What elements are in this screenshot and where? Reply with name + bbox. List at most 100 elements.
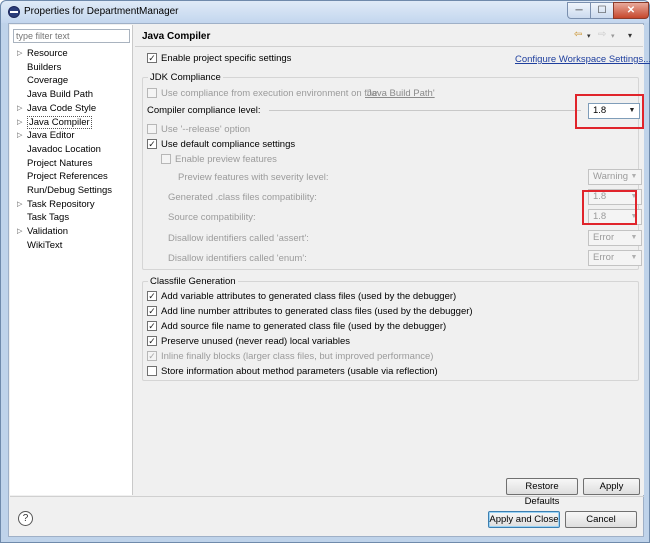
jdk-compliance-title: JDK Compliance [148, 72, 223, 83]
sidebar-item-label: Task Repository [27, 198, 95, 210]
sidebar-item-label: Project References [27, 171, 108, 183]
use-compliance-ee-checkbox[interactable] [147, 88, 157, 98]
forward-arrow-icon[interactable]: ⇨ [598, 29, 606, 40]
sidebar-item[interactable]: WikiText [16, 239, 131, 252]
expand-arrow-icon[interactable]: ▷ [17, 225, 22, 238]
classfile-option-checkbox[interactable]: ✓ [147, 321, 157, 331]
sidebar-item[interactable]: Task Tags [16, 211, 131, 224]
sidebar-item-label: Java Compiler [27, 115, 92, 129]
sidebar-item[interactable]: Coverage [16, 74, 131, 87]
disallow-assert-select[interactable]: Error ▼ [588, 230, 642, 246]
forward-dropdown-icon[interactable]: ▾ [611, 32, 615, 40]
sidebar-item[interactable]: ▷ Java Code Style [16, 102, 131, 115]
sidebar-item[interactable]: ▷ Java Editor [16, 129, 131, 142]
minimize-button[interactable]: ─ [567, 2, 591, 19]
title-separator [135, 46, 643, 47]
disallow-enum-value: Error [593, 252, 615, 263]
help-icon[interactable]: ? [18, 511, 33, 526]
expand-arrow-icon[interactable]: ▷ [17, 198, 22, 211]
sidebar-item-label: Validation [27, 226, 69, 238]
configure-workspace-link[interactable]: Configure Workspace Settings... [515, 54, 650, 65]
sidebar-item-label: Java Editor [27, 130, 75, 142]
use-release-checkbox[interactable] [147, 124, 157, 134]
sidebar-item[interactable]: Builders [16, 61, 131, 74]
expand-arrow-icon[interactable]: ▷ [17, 129, 22, 142]
expand-arrow-icon[interactable]: ▷ [17, 47, 22, 60]
preview-severity-value: Warning [593, 171, 629, 182]
classfile-generation-title: Classfile Generation [148, 276, 238, 287]
generated-class-compat-label: Generated .class files compatibility: [168, 192, 317, 203]
dialog-client-area: ▷ Resource Builders Coverage Java Build Path… [8, 23, 650, 537]
apply-and-close-button[interactable]: Apply and Close [488, 511, 560, 528]
back-dropdown-icon[interactable]: ▾ [587, 32, 591, 40]
sidebar-item-label: Java Build Path [27, 89, 94, 101]
classfile-option-label: Store information about method parameter… [161, 366, 438, 377]
enable-preview-label: Enable preview features [175, 154, 277, 165]
maximize-button[interactable]: ☐ [590, 2, 614, 19]
classfile-option-label: Add line number attributes to generated … [161, 306, 473, 317]
use-default-compliance-checkbox[interactable]: ✓ [147, 139, 157, 149]
enable-project-specific-label: Enable project specific settings [161, 53, 292, 64]
sidebar-item[interactable]: Project Natures [16, 157, 131, 170]
classfile-option-label: Add source file name to generated class … [161, 321, 447, 332]
sidebar-item-label: Javadoc Location [27, 143, 101, 155]
disallow-enum-select[interactable]: Error ▼ [588, 250, 642, 266]
filter-input[interactable] [13, 29, 130, 43]
use-default-compliance-label: Use default compliance settings [161, 139, 296, 150]
sidebar-item-label: Builders [27, 61, 62, 73]
preview-severity-label: Preview features with severity level: [178, 172, 329, 183]
sidebar-item[interactable]: ▷ Task Repository [16, 198, 131, 211]
chevron-down-icon: ▼ [630, 234, 638, 241]
expand-arrow-icon[interactable]: ▷ [17, 102, 22, 115]
sidebar-item[interactable]: Run/Debug Settings [16, 184, 131, 197]
compliance-level-label: Compiler compliance level: [147, 105, 261, 116]
classfile-option-label: Inline finally blocks (larger class file… [161, 351, 434, 362]
restore-defaults-button[interactable]: Restore Defaults [506, 478, 578, 507]
classfile-option-checkbox[interactable] [147, 366, 157, 376]
eclipse-app-icon [8, 6, 20, 18]
classfile-option-checkbox[interactable]: ✓ [147, 336, 157, 346]
close-window-button[interactable]: ✕ [613, 2, 649, 19]
highlight-box-compat [582, 190, 637, 225]
view-menu-icon[interactable]: ▾ [628, 31, 632, 40]
apply-button[interactable]: Apply [583, 478, 640, 495]
classfile-option-label: Add variable attributes to generated cla… [161, 291, 457, 302]
window-title: Properties for DepartmentManager [24, 6, 179, 17]
compliance-level-leader [269, 110, 581, 111]
disallow-assert-label: Disallow identifiers called 'assert': [168, 233, 309, 244]
chevron-down-icon: ▼ [630, 173, 638, 180]
java-build-path-link[interactable]: 'Java Build Path' [365, 88, 435, 99]
sidebar-item-label: Coverage [27, 75, 69, 87]
sidebar-item-label: Resource [27, 48, 68, 59]
sidebar-item[interactable]: ▷ Resource [16, 47, 131, 60]
classfile-option-checkbox[interactable]: ✓ [147, 291, 157, 301]
source-compat-label: Source compatibility: [168, 212, 256, 223]
bottom-separator [10, 496, 644, 497]
sidebar-item-label: Task Tags [27, 212, 70, 224]
cancel-button[interactable]: Cancel [565, 511, 637, 528]
title-bar[interactable]: Properties for DepartmentManager ─ ☐ ✕ [1, 1, 649, 23]
use-compliance-ee-label: Use compliance from execution environmen… [161, 88, 378, 99]
disallow-enum-label: Disallow identifiers called 'enum': [168, 253, 307, 264]
sidebar-item-label: WikiText [27, 239, 63, 251]
sidebar-item[interactable]: Java Build Path [16, 88, 131, 101]
sidebar-item-label: Java Code Style [27, 102, 97, 114]
sidebar-item-label: Project Natures [27, 157, 93, 169]
classfile-option-checkbox[interactable]: ✓ [147, 306, 157, 316]
expand-arrow-icon[interactable]: ▷ [17, 116, 22, 129]
classfile-option-checkbox[interactable]: ✓ [147, 351, 157, 361]
back-arrow-icon[interactable]: ⇦ [574, 29, 582, 40]
sidebar-item[interactable]: ▷ Java Compiler [16, 115, 131, 129]
sidebar-item[interactable]: Javadoc Location [16, 143, 131, 156]
disallow-assert-value: Error [593, 232, 615, 243]
enable-project-specific-checkbox[interactable]: ✓ [147, 53, 157, 63]
sidebar-item[interactable]: Project References [16, 170, 131, 183]
sidebar-item[interactable]: ▷ Validation [16, 225, 131, 238]
use-release-label: Use '--release' option [161, 124, 251, 135]
enable-preview-checkbox[interactable] [161, 154, 171, 164]
page-title: Java Compiler [142, 31, 211, 42]
preview-severity-select[interactable]: Warning ▼ [588, 169, 642, 185]
sidebar-item-label: Run/Debug Settings [27, 185, 113, 196]
properties-dialog: Properties for DepartmentManager ─ ☐ ✕ ▷… [0, 0, 650, 543]
classfile-option-label: Preserve unused (never read) local varia… [161, 336, 351, 347]
